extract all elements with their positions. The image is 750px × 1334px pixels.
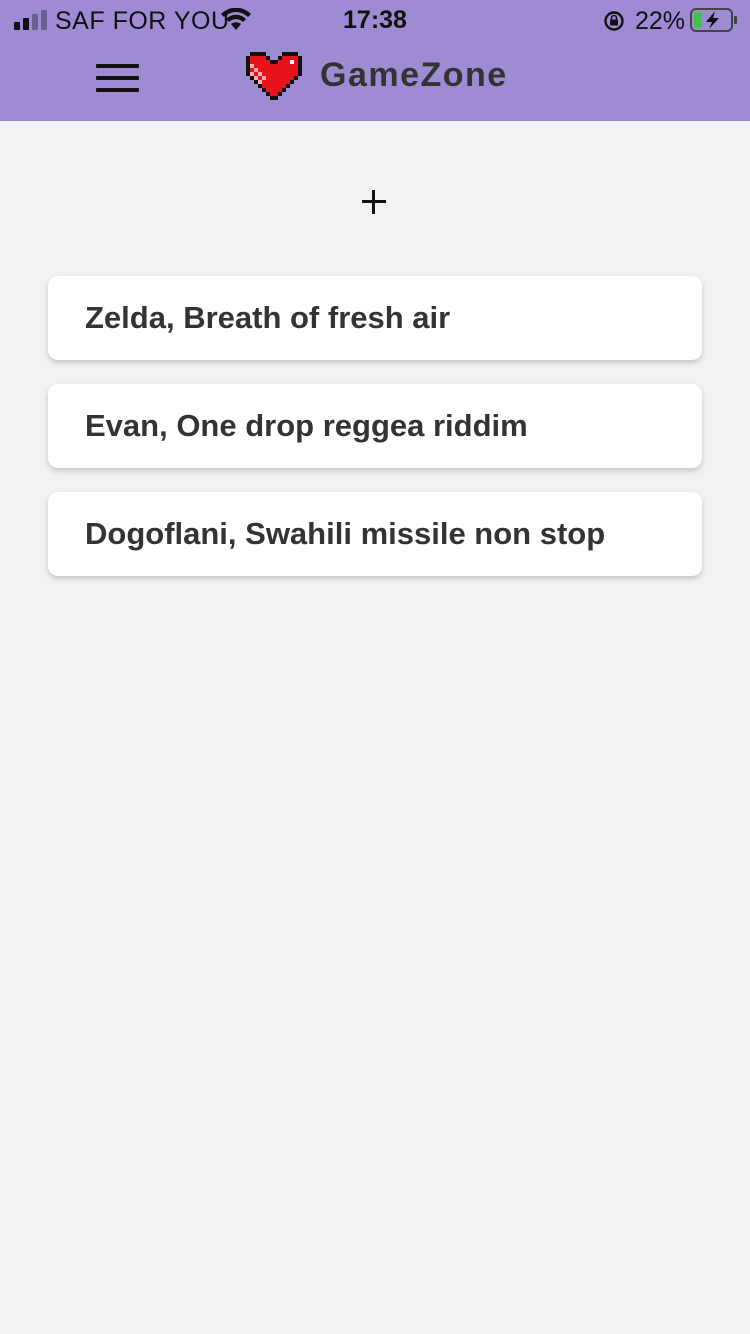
list-item[interactable]: Evan, One drop reggea riddim: [48, 384, 702, 468]
hamburger-menu-icon: [96, 64, 139, 68]
list-item[interactable]: Zelda, Breath of fresh air: [48, 276, 702, 360]
status-bar: SAF FOR YOU 17:38 22%: [0, 0, 750, 40]
battery-charging-icon: [690, 8, 737, 32]
app-title: GameZone: [320, 56, 508, 94]
orientation-lock-icon: [604, 11, 624, 31]
list-item[interactable]: Dogoflani, Swahili missile non stop: [48, 492, 702, 576]
battery-percent: 22%: [635, 7, 686, 35]
review-list: Zelda, Breath of fresh air Evan, One dro…: [48, 276, 702, 600]
menu-button[interactable]: [96, 62, 140, 94]
app-header: SAF FOR YOU 17:38 22% GameZone: [0, 0, 750, 121]
pixel-heart-icon: [246, 52, 302, 100]
add-review-button[interactable]: [354, 182, 394, 222]
